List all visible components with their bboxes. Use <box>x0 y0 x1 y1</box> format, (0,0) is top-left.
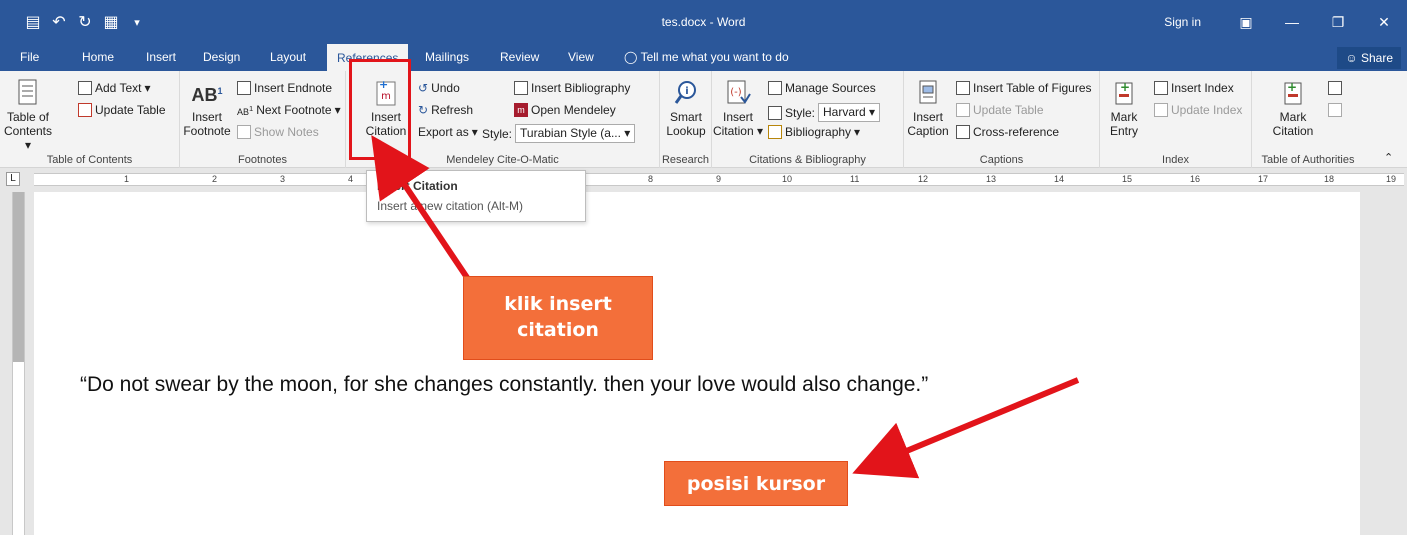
smart-lookup-button[interactable]: i Smart Lookup <box>662 79 710 138</box>
table-of-contents-icon <box>18 79 37 105</box>
insert-bibliography-mendeley-button[interactable]: Insert Bibliography <box>514 81 630 95</box>
table-of-contents-button[interactable]: Table of Contents ▾ <box>2 79 54 152</box>
add-text-button[interactable]: Add Text ▾ <box>78 81 151 95</box>
manage-sources-button[interactable]: Manage Sources <box>768 81 876 95</box>
callout-posisi-kursor: posisi kursor <box>664 461 848 506</box>
insert-footnote-button[interactable]: AB1 Insert Footnote <box>182 79 232 138</box>
insert-index-icon <box>1154 81 1168 95</box>
mendeley-undo-button[interactable]: ↺ Undo <box>418 81 460 95</box>
ribbon-display-options-icon[interactable]: ▣ <box>1223 0 1269 44</box>
bibliography-icon <box>514 81 528 95</box>
tab-insert[interactable]: Insert <box>146 44 176 71</box>
ribbon-references: Table of Contents ▾ Add Text ▾ Update Ta… <box>0 71 1407 168</box>
undo-circle-icon: ↺ <box>418 81 429 95</box>
share-button[interactable]: ☺ Share <box>1337 47 1401 69</box>
ribbon-tabs: File Home Insert Design Layout Reference… <box>0 44 1407 71</box>
svg-text:i: i <box>685 86 688 97</box>
insert-citation-icon: (-) <box>727 80 751 104</box>
tab-mailings[interactable]: Mailings <box>425 44 469 71</box>
update-table-figures-button[interactable]: Update Table <box>956 103 1044 117</box>
mendeley-refresh-button[interactable]: ↻ Refresh <box>418 103 473 117</box>
insert-caption-icon <box>919 80 937 104</box>
style-icon <box>768 105 782 120</box>
bibliography-books-icon <box>768 125 782 139</box>
mark-entry-button[interactable]: + Mark Entry <box>1104 79 1144 138</box>
vertical-ruler-margin <box>13 192 24 362</box>
tell-me-search[interactable]: ◯ Tell me what you want to do <box>624 44 789 71</box>
show-notes-button[interactable]: Show Notes <box>237 125 319 139</box>
group-research: i Smart Lookup Research <box>660 71 712 168</box>
update-table-icon <box>78 103 92 117</box>
insert-citation-word-button[interactable]: (-) Insert Citation ▾ <box>712 79 764 138</box>
update-index-button[interactable]: Update Index <box>1154 103 1242 117</box>
person-icon: ☺ <box>1345 51 1358 65</box>
collapse-ribbon-icon[interactable]: ⌃ <box>1384 151 1393 164</box>
insert-table-of-authorities-icon[interactable] <box>1328 81 1342 95</box>
svg-text:+: + <box>1287 80 1297 94</box>
add-text-icon <box>78 81 92 95</box>
next-footnote-button[interactable]: AB1 Next Footnote ▾ <box>237 103 341 117</box>
mendeley-logo-icon: m <box>514 103 528 117</box>
endnote-icon <box>237 81 251 95</box>
citation-style-selector[interactable]: Style: Harvard ▾ <box>768 103 881 122</box>
mark-citation-button[interactable]: + Mark Citation <box>1268 79 1318 138</box>
mendeley-style-selector[interactable]: Style: Turabian Style (a... ▾ <box>482 124 636 143</box>
restore-icon[interactable]: ❐ <box>1315 0 1361 44</box>
tooltip-description: Insert a new citation (Alt-M) <box>377 199 524 213</box>
mark-citation-icon: + <box>1284 80 1302 105</box>
svg-text:+: + <box>1120 80 1130 94</box>
tab-home[interactable]: Home <box>82 44 114 71</box>
cross-reference-icon <box>956 125 970 139</box>
tab-selector[interactable]: L <box>6 172 20 186</box>
insert-table-of-figures-button[interactable]: Insert Table of Figures <box>956 81 1092 95</box>
cross-reference-button[interactable]: Cross-reference <box>956 125 1059 139</box>
smart-lookup-icon: i <box>674 81 696 104</box>
insert-citation-highlight <box>349 59 411 160</box>
tab-file[interactable]: File <box>20 44 39 71</box>
mendeley-style-dropdown[interactable]: Turabian Style (a... ▾ <box>515 124 636 143</box>
lightbulb-icon: ◯ <box>624 50 638 64</box>
open-mendeley-button[interactable]: m Open Mendeley <box>514 103 616 117</box>
tab-design[interactable]: Design <box>203 44 240 71</box>
tooltip-title: Insert Citation <box>377 179 458 193</box>
group-table-of-authorities: + Mark Citation Table of Authorities <box>1261 79 1355 166</box>
bibliography-button[interactable]: Bibliography ▾ <box>768 125 860 139</box>
manage-sources-icon <box>768 81 782 95</box>
export-as-button[interactable]: Export as ▾ <box>418 125 478 139</box>
group-citations-bibliography: (-) Insert Citation ▾ Manage Sources Sty… <box>712 71 904 168</box>
document-quote-text[interactable]: “Do not swear by the moon, for she chang… <box>80 373 928 397</box>
citation-style-dropdown[interactable]: Harvard ▾ <box>818 103 881 122</box>
update-index-icon <box>1154 103 1168 117</box>
vertical-ruler[interactable] <box>12 192 25 535</box>
next-footnote-icon: AB1 <box>237 103 254 117</box>
group-table-of-contents: Table of Contents ▾ Add Text ▾ Update Ta… <box>0 71 180 168</box>
document-background <box>1360 192 1407 535</box>
group-footnotes: AB1 Insert Footnote Insert Endnote AB1 N… <box>180 71 346 168</box>
show-notes-icon <box>237 125 251 139</box>
insert-index-button[interactable]: Insert Index <box>1154 81 1234 95</box>
footnote-icon: AB1 <box>191 85 223 105</box>
mark-entry-icon: + <box>1115 80 1133 105</box>
tab-view[interactable]: View <box>568 44 594 71</box>
minimize-icon[interactable]: — <box>1269 0 1315 44</box>
insert-endnote-button[interactable]: Insert Endnote <box>237 81 332 95</box>
group-captions: Insert Caption Insert Table of Figures U… <box>904 71 1100 168</box>
insert-caption-button[interactable]: Insert Caption <box>904 79 952 138</box>
ruler-strip: 1 2 3 4 8 9 10 11 12 13 14 15 16 17 18 1… <box>34 173 1404 186</box>
sign-in-link[interactable]: Sign in <box>1142 15 1223 29</box>
horizontal-ruler[interactable]: L 1 2 3 4 8 9 10 11 12 13 14 15 16 17 18… <box>0 168 1407 190</box>
insert-citation-tooltip: Insert Citation Insert a new citation (A… <box>366 170 586 222</box>
close-icon[interactable]: ✕ <box>1361 0 1407 44</box>
title-bar: ▤ ↶ ↻ ▦ ▾ tes.docx - Word Sign in ▣ — ❐ … <box>0 0 1407 44</box>
update-table-button[interactable]: Update Table <box>78 103 166 117</box>
group-index: + Mark Entry Insert Index Update Index I… <box>1100 71 1252 168</box>
table-of-figures-icon <box>956 81 970 95</box>
tab-review[interactable]: Review <box>500 44 539 71</box>
refresh-icon: ↻ <box>418 103 429 117</box>
callout-klik-insert-citation: klik insert citation <box>463 276 653 360</box>
update-table-of-authorities-icon[interactable] <box>1328 103 1342 117</box>
update-table-figures-icon <box>956 103 970 117</box>
svg-text:(-): (-) <box>730 87 742 98</box>
tab-layout[interactable]: Layout <box>270 44 306 71</box>
